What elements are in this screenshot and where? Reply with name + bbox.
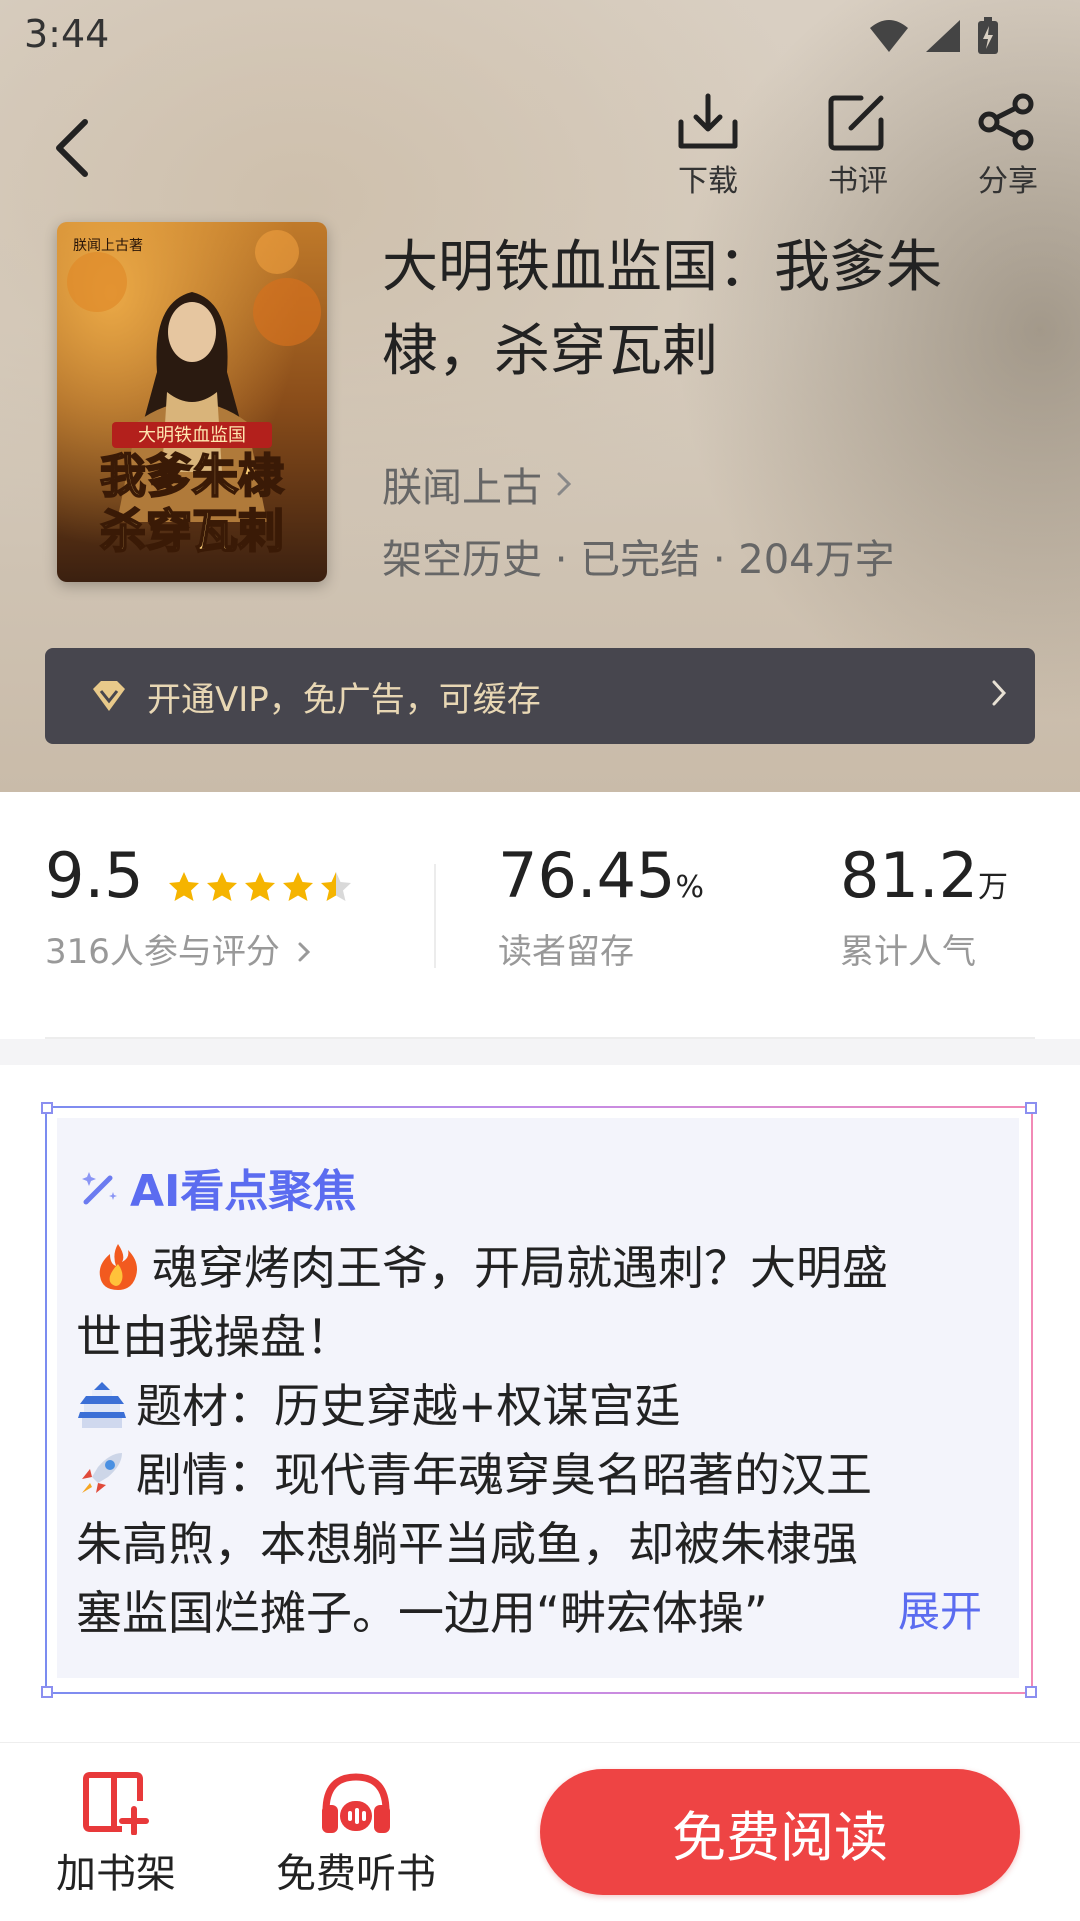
ai-line-text: 朱高煦，本想躺平当咸鱼，却被朱棣强 [76, 1517, 858, 1571]
share-label: 分享 [978, 164, 1038, 199]
rating-stars [167, 870, 353, 904]
magic-wand-icon [82, 1172, 117, 1205]
retention-value: 76.45 [498, 839, 676, 912]
add-shelf-label: 加书架 [56, 1851, 176, 1897]
add-shelf-icon [83, 1772, 149, 1835]
cover-author-text: 朕闻上古著 [73, 238, 143, 254]
share-button[interactable]: 分享 [966, 92, 1050, 200]
cover-banner-text: 大明铁血监国 [138, 425, 246, 446]
status-icons [868, 16, 1000, 56]
chevron-right-icon [298, 942, 310, 962]
status-time: 3:44 [24, 12, 110, 56]
free-read-label: 免费阅读 [672, 1805, 888, 1869]
star-icon [168, 871, 199, 901]
frame-corner [1025, 1686, 1037, 1698]
fire-icon [99, 1244, 137, 1290]
star-icon [206, 871, 237, 901]
ai-line: 朱高煦，本想躺平当咸鱼，却被朱棣强 [76, 1510, 992, 1579]
section-gap [0, 1039, 1080, 1065]
review-label: 书评 [828, 164, 888, 199]
vip-banner[interactable]: 开通VIP，免广告，可缓存 [45, 648, 1035, 744]
palace-icon [78, 1382, 126, 1428]
popularity-value: 81.2 [840, 839, 979, 912]
cover-line1-text: 我爹朱棣 [100, 449, 284, 503]
popularity-label: 累计人气 [840, 932, 976, 972]
author-link[interactable]: 朕闻上古 [382, 455, 572, 513]
signal-icon [926, 20, 960, 52]
share-icon [978, 93, 1034, 151]
ai-line: 题材：历史穿越+权谋宫廷 [76, 1372, 992, 1441]
retention-label: 读者留存 [498, 932, 634, 972]
listen-button[interactable]: 免费听书 [276, 1771, 436, 1899]
rating-value: 9.5 [45, 839, 144, 912]
download-button[interactable]: 下载 [666, 92, 750, 200]
book-title: 大明铁血监国：我爹朱棣，杀穿瓦剌 [382, 235, 942, 384]
stats-section: 9.5 316人参与评分 76.45% 读者留存 81.2万 累计人气 [0, 792, 1080, 1038]
wifi-icon [870, 20, 908, 52]
ai-focus-header: AI看点聚焦 [80, 1155, 356, 1219]
popularity-stat: 81.2万 累计人气 [840, 840, 1008, 973]
rating-stat[interactable]: 9.5 316人参与评分 [45, 840, 353, 973]
ai-line: 塞监国烂摊子。一边用“畊宏体操” [76, 1579, 992, 1648]
bottom-action-bar: 加书架 免费听书 免费阅读 [0, 1742, 1080, 1921]
book-header: 3:44 下载 书评 分享 朕闻上古著 大明铁血监国 我爹朱棣 杀穿瓦剌 大明铁… [0, 0, 1080, 792]
ai-line: 剧情：现代青年魂穿臭名昭著的汉王 [76, 1441, 992, 1510]
chevron-right-icon [992, 680, 1007, 706]
book-meta: 架空历史 · 已完结 · 204万字 [382, 537, 895, 583]
ai-line-text: 魂穿烤肉王爷，开局就遇刺？大明盛 [152, 1241, 888, 1295]
ai-line-text: 剧情：现代青年魂穿臭名昭著的汉王 [136, 1448, 872, 1502]
back-button[interactable] [38, 108, 108, 188]
star-icon [282, 871, 313, 901]
vip-text: 开通VIP，免广告，可缓存 [147, 679, 541, 720]
headphones-icon [322, 1773, 390, 1833]
battery-icon [978, 17, 998, 54]
retention-unit: % [675, 870, 705, 905]
frame-corner [1025, 1102, 1037, 1114]
edit-icon [828, 95, 884, 151]
free-read-button[interactable]: 免费阅读 [540, 1769, 1020, 1895]
rocket-icon [82, 1453, 122, 1493]
ai-line-text: 世由我操盘！ [76, 1310, 352, 1364]
ai-line: 世由我操盘！ [76, 1303, 992, 1372]
stats-divider [434, 864, 436, 968]
rating-count-text: 316人参与评分 [45, 932, 280, 972]
star-icon [320, 871, 351, 901]
cover-illustration: 朕闻上古著 大明铁血监国 我爹朱棣 杀穿瓦剌 [57, 222, 327, 582]
author-name: 朕闻上古 [382, 465, 542, 511]
chevron-right-icon [557, 472, 572, 496]
cover-line2-text: 杀穿瓦剌 [100, 504, 284, 558]
ai-line: 魂穿烤肉王爷，开局就遇刺？大明盛 [92, 1234, 992, 1303]
listen-label: 免费听书 [276, 1851, 436, 1897]
add-to-shelf-button[interactable]: 加书架 [56, 1771, 176, 1899]
download-icon [678, 93, 738, 149]
expand-button[interactable]: 展开 [898, 1578, 982, 1639]
ai-focus-title: AI看点聚焦 [130, 1166, 357, 1217]
back-arrow-icon [56, 119, 88, 177]
retention-stat: 76.45% 读者留存 [498, 840, 704, 973]
star-icon [244, 871, 275, 901]
diamond-icon [93, 681, 125, 711]
ai-line-text: 题材：历史穿越+权谋宫廷 [136, 1379, 681, 1433]
popularity-unit: 万 [978, 870, 1009, 905]
rating-label: 316人参与评分 [45, 924, 353, 973]
frame-corner [41, 1686, 53, 1698]
book-cover[interactable]: 朕闻上古著 大明铁血监国 我爹朱棣 杀穿瓦剌 [57, 222, 327, 582]
ai-focus-text: 魂穿烤肉王爷，开局就遇刺？大明盛 世由我操盘！ 题材：历史穿越+权谋宫廷 剧情：… [76, 1234, 992, 1648]
review-button[interactable]: 书评 [816, 92, 900, 200]
ai-line-text: 塞监国烂摊子。一边用“畊宏体操” [76, 1586, 768, 1640]
status-bar: 3:44 [0, 0, 1080, 70]
frame-corner [41, 1102, 53, 1114]
download-label: 下载 [678, 164, 738, 199]
top-actions: 下载 书评 分享 [666, 92, 1050, 200]
